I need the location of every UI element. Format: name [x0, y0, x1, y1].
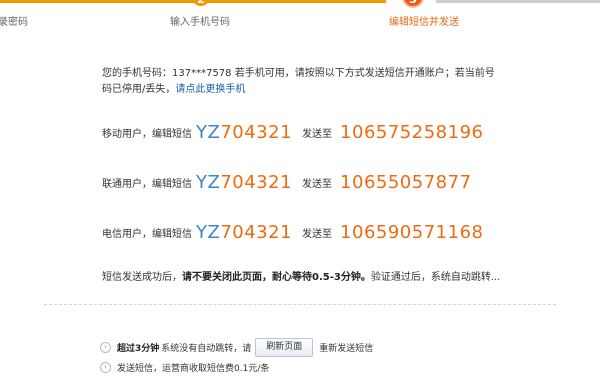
phone-intro: 您的手机号码：137***7578 若手机可用，请按照以下方式发送短信开通账户；… [102, 66, 502, 98]
tip-fee: › 发送短信，运营商收取短信费0.1元/条 [100, 361, 269, 374]
chevron-right-icon: › [100, 342, 111, 353]
wait-instruction: 短信发送成功后，请不要关闭此页面，耐心等待0.5-3分钟。验证通过后，系统自动跳… [102, 268, 500, 283]
sms-row-mobile: 移动用户，编辑短信 YZ704321 发送至 10657525819​6 [102, 117, 483, 147]
sms-number: 10655057877 [340, 171, 472, 193]
sms-code-digits: 704321 [220, 221, 293, 243]
sms-code: YZ704321 [196, 122, 292, 143]
send-to-label: 发送至 [302, 228, 333, 240]
wait-bold: 请不要关闭此页面，耐心等待0.5-3分钟。 [182, 272, 371, 283]
sms-row-unicom: 联通用户，编辑短信 YZ704321 发送至 10655057877 [102, 167, 472, 197]
sms-code: YZ704321 [196, 172, 292, 193]
step-1-label: 登录密码 [0, 17, 28, 28]
sms-number: 106590571168 [340, 221, 484, 243]
intro-text: 您的手机号码：137***7578 若手机可用，请按照以下方式发送短信开通账户；… [102, 68, 495, 95]
carrier-label: 移动用户，编辑短信 [102, 128, 192, 140]
wait-prefix: 短信发送成功后， [102, 272, 182, 283]
tip1-after: 重新发送短信 [319, 344, 374, 354]
step-2-label: 输入手机号码 [170, 17, 230, 28]
sms-number: 10657525819​6 [340, 121, 484, 143]
sms-code: YZ704321 [196, 222, 292, 243]
sms-code-prefix: YZ [196, 221, 221, 243]
sms-row-telecom: 电信用户，编辑短信 YZ704321 发送至 106590571168 [102, 217, 483, 247]
chevron-right-icon: › [100, 362, 111, 373]
carrier-label: 电信用户，编辑短信 [102, 228, 192, 240]
tip1-bold: 超过3分钟 [117, 344, 160, 354]
sms-code-prefix: YZ [196, 171, 221, 193]
tip2-text: 发送短信，运营商收取短信费0.1元/条 [117, 364, 270, 374]
sms-code-digits: 704321 [220, 171, 293, 193]
sms-code-prefix: YZ [196, 121, 221, 143]
step-2-badge: 2 [192, 0, 210, 6]
refresh-page-button[interactable]: 刷新页面 [255, 338, 314, 357]
dashed-divider [44, 304, 556, 305]
progress-line-pending [436, 0, 600, 3]
carrier-label: 联通用户，编辑短信 [102, 178, 192, 190]
change-phone-link[interactable]: 请点此更换手机 [175, 84, 245, 95]
wait-suffix: 验证通过后，系统自动跳转... [370, 272, 501, 283]
send-to-label: 发送至 [302, 178, 333, 190]
sms-code-digits: 704321 [220, 121, 293, 143]
step-3-label: 编辑短信并发送 [389, 17, 459, 28]
send-to-label: 发送至 [302, 128, 333, 140]
tip1-text: 系统没有自动跳转，请 [161, 344, 252, 354]
step-3-badge: 3 [402, 0, 424, 8]
tip-refresh: › 超过3分钟 系统没有自动跳转，请 刷新页面 重新发送短信 [100, 338, 373, 357]
